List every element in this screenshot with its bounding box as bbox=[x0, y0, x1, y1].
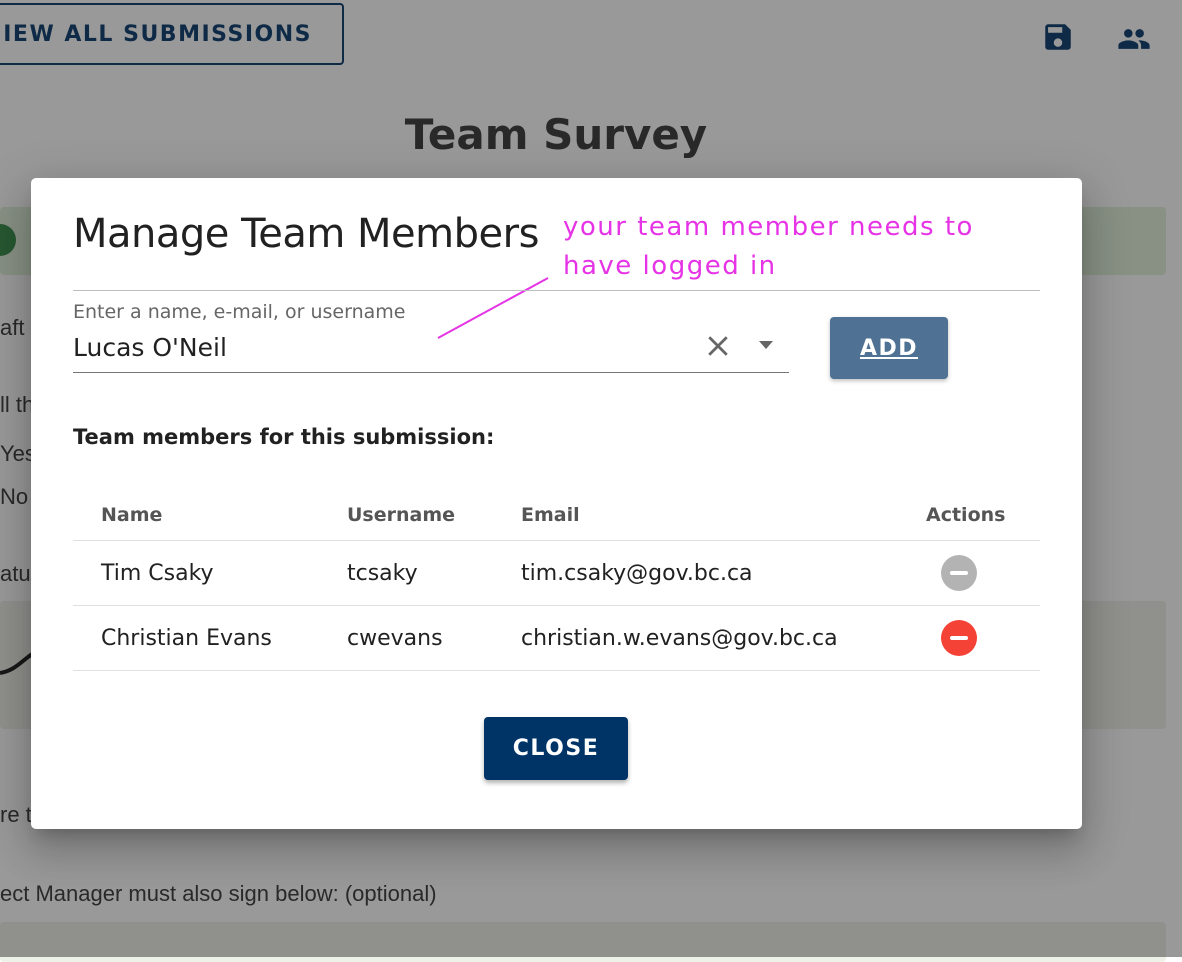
table-header-row: Name Username Email Actions bbox=[73, 483, 1040, 541]
close-button[interactable]: CLOSE bbox=[484, 717, 628, 780]
annotation-pointer bbox=[437, 277, 549, 339]
header-name[interactable]: Name bbox=[101, 483, 162, 540]
team-members-heading: Team members for this submission: bbox=[73, 425, 495, 449]
team-members-table: Name Username Email Actions Tim Csaky tc… bbox=[73, 483, 1040, 671]
chevron-down-icon[interactable] bbox=[756, 338, 776, 352]
member-name: Christian Evans bbox=[101, 625, 272, 651]
remove-circle-icon bbox=[941, 555, 977, 591]
member-username: tcsaky bbox=[347, 560, 418, 586]
manage-team-dialog: Manage Team Members your team member nee… bbox=[31, 178, 1082, 829]
clear-icon[interactable] bbox=[703, 331, 733, 361]
member-email: christian.w.evans@gov.bc.ca bbox=[521, 625, 838, 651]
annotation-note: your team member needs to have logged in bbox=[563, 212, 974, 281]
search-field-underline bbox=[73, 372, 789, 373]
remove-member-button[interactable] bbox=[941, 606, 977, 670]
dialog-title: Manage Team Members bbox=[73, 211, 539, 257]
search-field-label: Enter a name, e-mail, or username bbox=[73, 301, 406, 323]
header-email[interactable]: Email bbox=[521, 483, 580, 540]
member-email: tim.csaky@gov.bc.ca bbox=[521, 560, 753, 586]
title-divider bbox=[73, 290, 1040, 291]
remove-member-button bbox=[941, 541, 977, 605]
table-row: Christian Evans cwevans christian.w.evan… bbox=[73, 606, 1040, 671]
remove-circle-icon[interactable] bbox=[941, 620, 977, 656]
member-name: Tim Csaky bbox=[101, 560, 214, 586]
search-input[interactable]: Lucas O'Neil bbox=[73, 333, 227, 362]
add-button[interactable]: ADD bbox=[830, 317, 948, 379]
header-actions: Actions bbox=[926, 503, 1006, 526]
header-username[interactable]: Username bbox=[347, 483, 455, 540]
member-username: cwevans bbox=[347, 625, 443, 651]
table-row: Tim Csaky tcsaky tim.csaky@gov.bc.ca bbox=[73, 541, 1040, 606]
